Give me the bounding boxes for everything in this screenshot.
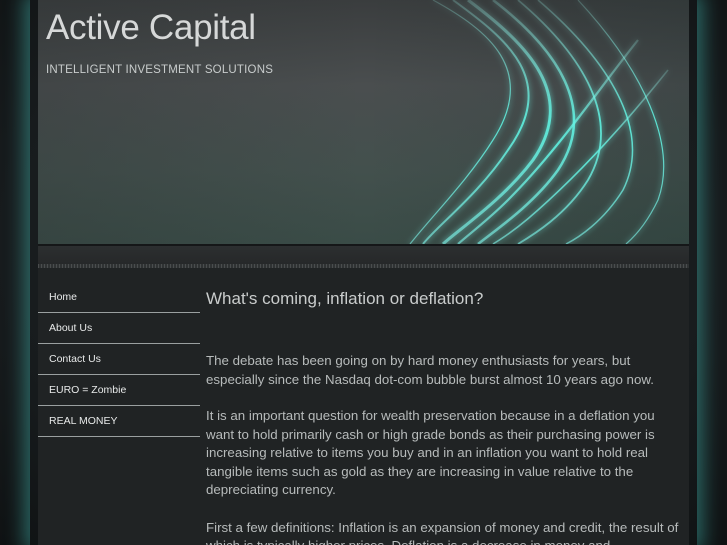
nav-item-euro-zombie[interactable]: EURO = Zombie bbox=[38, 375, 200, 406]
article-paragraph: It is an important question for wealth p… bbox=[206, 408, 655, 497]
site-tagline: INTELLIGENT INVESTMENT SOLUTIONS bbox=[46, 64, 274, 76]
nav-item-contact-us[interactable]: Contact Us bbox=[38, 344, 200, 375]
main-content: What's coming, inflation or deflation? T… bbox=[206, 282, 686, 545]
sidebar-nav: Home About Us Contact Us EURO = Zombie R… bbox=[38, 282, 200, 437]
band-texture bbox=[38, 264, 689, 268]
article-title: What's coming, inflation or deflation? bbox=[206, 289, 484, 308]
article-paragraph: First a few definitions: Inflation is an… bbox=[206, 519, 679, 545]
site-title: Active Capital bbox=[46, 8, 256, 47]
header-band bbox=[38, 246, 689, 264]
site-frame: Active Capital INTELLIGENT INVESTMENT SO… bbox=[38, 0, 689, 545]
nav-item-about-us[interactable]: About Us bbox=[38, 313, 200, 344]
nav-item-home[interactable]: Home bbox=[38, 282, 200, 313]
header-banner: Active Capital INTELLIGENT INVESTMENT SO… bbox=[38, 0, 689, 244]
article-paragraph: The debate has been going on by hard mon… bbox=[206, 353, 654, 387]
nav-item-real-money[interactable]: REAL MONEY bbox=[38, 406, 200, 437]
